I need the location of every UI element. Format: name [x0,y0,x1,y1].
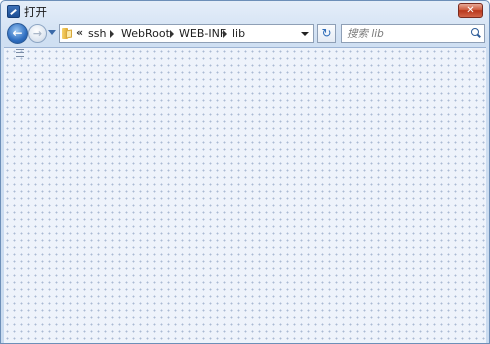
breadcrumb-separator-icon[interactable] [223,30,227,38]
navigation-bar: ← → « ssh WebRoot WEB-INF lib ↻ [1,22,489,45]
forward-button[interactable]: → [28,24,47,43]
search-box[interactable] [341,24,485,43]
history-dropdown-icon[interactable] [48,30,56,35]
address-dropdown-icon[interactable] [301,32,309,36]
breadcrumb-overflow-button[interactable]: « [76,26,83,39]
file-list-area[interactable] [4,47,486,343]
breadcrumb-lib[interactable]: lib [232,27,245,40]
back-button[interactable]: ← [7,23,28,44]
refresh-button[interactable]: ↻ [317,24,336,43]
folder-icon [62,28,72,39]
title-bar[interactable]: 打开 ✕ [1,1,489,22]
open-dialog: 打开 ✕ ← → « ssh WebRoot WEB-INF lib ↻ [0,0,490,344]
search-input[interactable] [342,25,467,42]
breadcrumb-web-inf[interactable]: WEB-INF [179,27,226,40]
address-bar[interactable]: « ssh WebRoot WEB-INF lib [59,24,314,43]
breadcrumb-separator-icon[interactable] [170,30,174,38]
breadcrumb-webroot[interactable]: WebRoot [121,27,170,40]
app-icon [7,5,20,18]
close-button[interactable]: ✕ [458,3,483,18]
breadcrumb-separator-icon[interactable] [110,30,114,38]
window-title: 打开 [24,5,47,19]
breadcrumb-ssh[interactable]: ssh [88,27,106,40]
search-icon[interactable] [471,28,479,36]
view-options-icon[interactable] [16,49,24,57]
